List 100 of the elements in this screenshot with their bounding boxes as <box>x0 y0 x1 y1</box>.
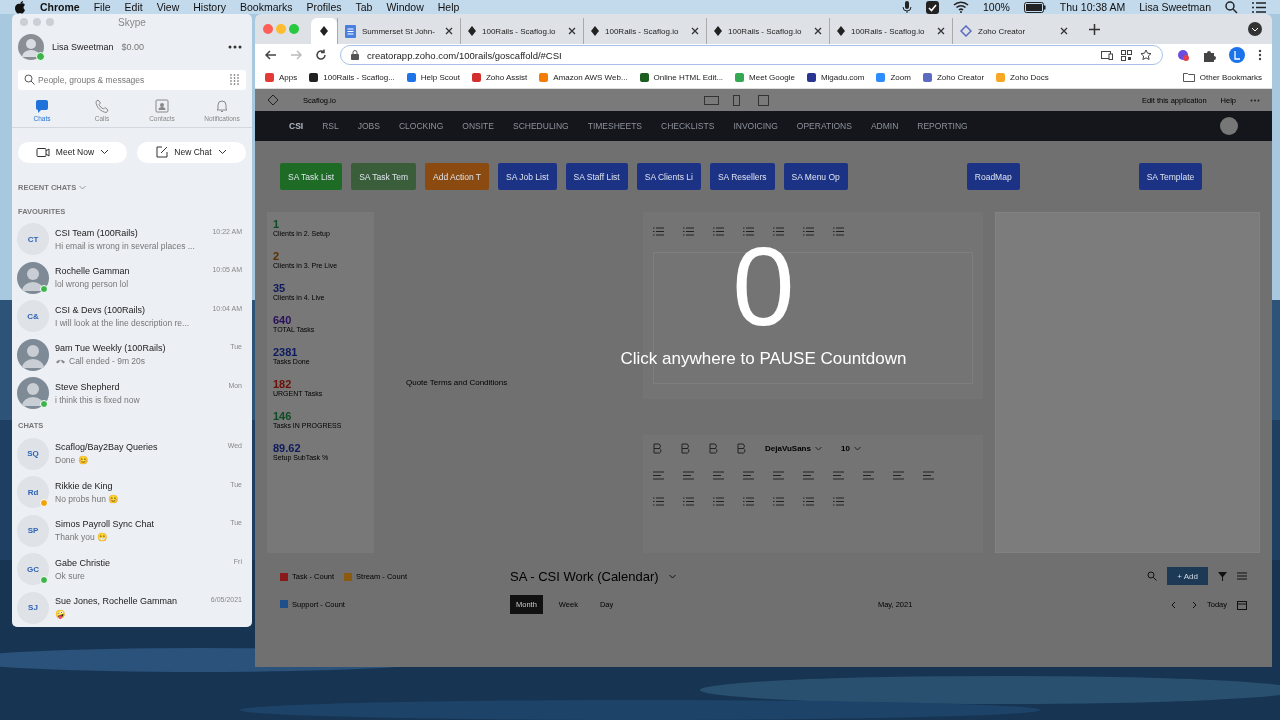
profile-avatar[interactable] <box>1229 47 1245 63</box>
puzzle-icon[interactable] <box>1203 48 1216 62</box>
filter-icon[interactable] <box>1218 571 1227 581</box>
chat-name[interactable]: Rikkie de King <box>55 480 113 491</box>
caret-icon[interactable] <box>853 446 861 451</box>
profile-name[interactable]: Lisa Sweetman <box>52 41 114 52</box>
calendar-title[interactable]: SA - CSI Work (Calendar) <box>510 568 659 584</box>
browser-tab[interactable] <box>311 18 337 44</box>
menu-item[interactable]: History <box>193 1 226 13</box>
bookmark[interactable]: 100Rails - Scaflog... <box>323 72 395 82</box>
bookmark[interactable]: Migadu.com <box>820 72 865 82</box>
wifi-icon[interactable] <box>952 1 969 13</box>
back-icon[interactable] <box>265 49 277 61</box>
chat-name[interactable]: Simos Payroll Sync Chat <box>55 519 155 530</box>
close-icon[interactable] <box>691 27 699 35</box>
menu-item[interactable]: Tab <box>355 1 373 13</box>
menu-item[interactable]: Window <box>386 1 424 13</box>
chat-name[interactable]: CSI Team (100Rails) <box>55 227 138 238</box>
list-icon[interactable] <box>1252 1 1266 13</box>
caret-icon[interactable] <box>814 446 822 451</box>
shortcut-button[interactable]: SA Job List <box>498 163 557 190</box>
nav-tab[interactable]: CHECKLISTS <box>661 121 715 131</box>
tab-search-icon[interactable] <box>1248 22 1262 36</box>
cast-icon[interactable] <box>1101 50 1113 60</box>
action-button[interactable]: New Chat <box>137 141 246 163</box>
menu-item[interactable]: Profiles <box>306 1 342 13</box>
align-left-icon[interactable] <box>743 470 754 481</box>
dialpad-icon[interactable] <box>230 73 239 85</box>
more-icon[interactable] <box>1258 49 1262 61</box>
shortcut-button[interactable]: RoadMap <box>966 163 1020 190</box>
close-icon[interactable] <box>1060 27 1068 35</box>
shortcut-button[interactable]: SA Clients Li <box>636 163 701 190</box>
prev-next-icon[interactable] <box>1171 600 1197 609</box>
bookmark[interactable]: Zoom <box>890 72 911 82</box>
search-icon[interactable] <box>1225 0 1238 14</box>
qr-code-icon[interactable] <box>1121 49 1132 61</box>
chat-name[interactable]: 9am Tue Weekly (100Rails) <box>55 343 166 354</box>
star-icon[interactable] <box>1140 49 1152 61</box>
menu-item[interactable]: File <box>93 1 111 13</box>
chat-name[interactable]: Rochelle Gamman <box>55 266 130 277</box>
check-icon[interactable] <box>925 0 939 14</box>
close-icon[interactable] <box>445 27 453 35</box>
new-tab-icon[interactable] <box>1089 23 1100 35</box>
nav-tab[interactable]: JOBS <box>357 121 380 131</box>
bookmark[interactable]: Amazon AWS Web... <box>553 72 628 82</box>
nav-tab[interactable]: OPERATIONS <box>796 121 852 131</box>
app-menu[interactable]: Chrome <box>40 1 80 13</box>
font-size-select[interactable]: 10 <box>840 444 850 453</box>
close-icon[interactable] <box>937 27 945 35</box>
bookmark[interactable]: Meet Google <box>749 72 795 82</box>
bookmark[interactable]: Zoho Creator <box>936 72 985 82</box>
nav-tab[interactable]: INVOICING <box>733 121 778 131</box>
nav-tab[interactable]: ADMIN <box>870 121 899 131</box>
shortcut-button[interactable]: SA Task List <box>280 163 343 190</box>
bookmark[interactable]: Zoho Assist <box>485 72 528 82</box>
shortcut-button[interactable]: SA Resellers <box>709 163 775 190</box>
user-name[interactable]: Lisa Sweetman <box>1139 1 1211 13</box>
menu-item[interactable]: Bookmarks <box>239 1 293 13</box>
avatar-icon[interactable] <box>18 33 44 60</box>
nav-tab[interactable]: TIMESHEETS <box>587 121 643 131</box>
folder-icon[interactable] <box>1182 72 1195 82</box>
close-icon[interactable] <box>568 27 576 35</box>
bookmark[interactable]: Zoho Docs <box>1010 72 1049 82</box>
nav-tab[interactable]: RSL <box>322 121 339 131</box>
window-controls[interactable] <box>263 24 299 34</box>
menu-icon[interactable] <box>1237 572 1247 580</box>
editor-panel[interactable]: DejaVuSans 10 <box>643 435 983 553</box>
chat-name[interactable]: Sue Jones, Rochelle Gamman <box>55 596 178 607</box>
countdown-message[interactable]: Click anywhere to PAUSE Countdown <box>620 349 907 369</box>
close-icon[interactable] <box>814 27 822 35</box>
shortcut-button[interactable]: Add Action T <box>425 163 490 190</box>
shortcut-button[interactable]: SA Template <box>1138 163 1203 190</box>
forward-icon[interactable] <box>290 49 302 61</box>
menu-item[interactable]: Help <box>437 1 460 13</box>
reload-icon[interactable] <box>315 49 327 61</box>
shortcut-button[interactable]: SA Staff List <box>565 163 628 190</box>
microphone-icon[interactable] <box>901 0 912 14</box>
chat-name[interactable]: CSI & Devs (100Rails) <box>55 304 146 315</box>
clock[interactable]: Thu 10:38 AM <box>1059 1 1126 13</box>
bullet-list-icon[interactable] <box>653 497 664 506</box>
address-bar[interactable]: creatorapp.zoho.com/100rails/goscaffold/#CSI <box>367 49 562 61</box>
search-field[interactable]: People, groups & messages <box>18 69 246 90</box>
action-button[interactable]: Meet Now <box>18 141 127 163</box>
chat-name[interactable]: Steve Shepherd <box>55 381 120 392</box>
more-icon[interactable] <box>228 44 242 49</box>
apple-icon[interactable] <box>14 0 26 14</box>
nav-tab[interactable]: SCHEDULING <box>513 121 569 131</box>
bullet-list-icon[interactable] <box>653 227 664 236</box>
caret-icon[interactable] <box>668 573 676 579</box>
nav-tab[interactable]: CLOCKING <box>398 121 444 131</box>
extension-icon[interactable] <box>1176 48 1190 62</box>
avatar-icon[interactable] <box>1220 117 1238 135</box>
bookmark[interactable]: Help Scout <box>420 72 460 82</box>
bookmark[interactable]: Apps <box>279 72 298 82</box>
font-select[interactable]: DejaVuSans <box>765 444 811 453</box>
chat-name[interactable]: Scaflog/Bay2Bay Queries <box>55 442 158 453</box>
calendar-icon[interactable] <box>1237 599 1247 610</box>
shortcut-button[interactable]: SA Task Tem <box>351 163 416 190</box>
bookmark-folder[interactable]: Other Bookmarks <box>1199 72 1262 82</box>
bold-icon[interactable] <box>653 443 662 454</box>
